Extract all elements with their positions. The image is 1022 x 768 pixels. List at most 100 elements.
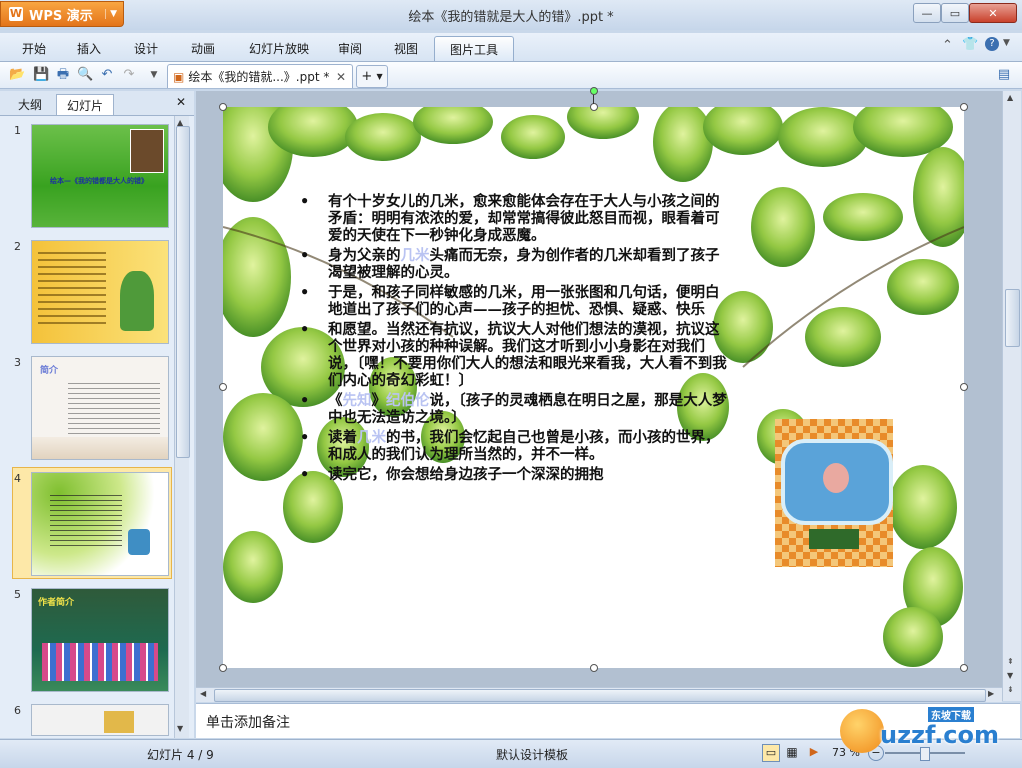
- tab-slides[interactable]: 幻灯片: [56, 94, 114, 115]
- thumbnail-scrollbar[interactable]: ▲ ▼: [174, 116, 190, 738]
- scrollbar-thumb[interactable]: [214, 689, 986, 702]
- thumbnail-number: 3: [14, 356, 21, 369]
- resize-handle[interactable]: [960, 383, 968, 391]
- slide-canvas[interactable]: 有个十岁女儿的几米，愈来愈能体会存在于大人与小孩之间的矛盾：明明有浓浓的爱，却常…: [223, 107, 964, 668]
- scroll-right-icon[interactable]: ▶: [988, 689, 994, 698]
- close-panel-icon[interactable]: ✕: [176, 95, 186, 109]
- thumbnail-number: 2: [14, 240, 21, 253]
- save-icon[interactable]: 💾: [33, 67, 49, 83]
- prev-slide-icon[interactable]: ⇞: [1007, 657, 1014, 666]
- bullet-link[interactable]: 几米: [357, 429, 386, 446]
- close-tab-icon[interactable]: ✕: [336, 70, 346, 84]
- resize-handle[interactable]: [960, 664, 968, 672]
- tab-review[interactable]: 审阅: [330, 38, 370, 59]
- panel-tabs: 大纲 幻灯片 ✕: [0, 91, 194, 116]
- resize-handle[interactable]: [590, 664, 598, 672]
- slide-thumbnail-2[interactable]: [31, 240, 169, 344]
- thumbnail-text: [68, 379, 160, 439]
- thumbnail-number: 6: [14, 704, 21, 717]
- bullet-text: 和愿望。当然还有抗议，抗议大人对他们想法的漠视，抗议这个世界对小孩的种种误解。我…: [328, 321, 727, 389]
- ppt-file-icon: ▣: [173, 69, 185, 84]
- slideshow-icon[interactable]: ▶: [806, 744, 822, 760]
- bullet-text: 读着: [328, 429, 357, 446]
- close-window-button[interactable]: ✕: [969, 3, 1017, 23]
- scrollbar-thumb[interactable]: [176, 126, 190, 458]
- thumbnail-image: [128, 529, 150, 555]
- watermark-text: uzzf.com: [880, 721, 999, 749]
- tab-insert[interactable]: 插入: [69, 38, 109, 59]
- watermark-swirl-icon: [840, 709, 884, 753]
- tab-home[interactable]: 开始: [14, 38, 54, 59]
- scroll-left-icon[interactable]: ◀: [200, 689, 206, 698]
- normal-view-icon[interactable]: ▭: [762, 744, 780, 762]
- bullet-item: 《先知》纪伯伦说，〔孩子的灵魂栖息在明日之屋，那是大人梦中也无法造访之境。〕: [300, 392, 730, 426]
- bullet-link[interactable]: 纪伯伦: [386, 392, 430, 409]
- slide-vertical-scrollbar[interactable]: ▲ ⇞ ▼ ⇟: [1002, 91, 1021, 701]
- tab-slideshow[interactable]: 幻灯片放映: [240, 38, 318, 59]
- bullet-link[interactable]: 先知: [343, 392, 372, 409]
- scroll-down-icon[interactable]: ▼: [1007, 671, 1013, 680]
- scrollbar-thumb[interactable]: [1005, 289, 1020, 347]
- bullet-text: 《: [328, 392, 343, 409]
- resize-handle[interactable]: [219, 383, 227, 391]
- bullet-item: 于是，和孩子同样敏感的几米，用一张张图和几句话，便明白地道出了孩子们的心声——孩…: [300, 284, 730, 318]
- slide-thumbnail-6[interactable]: [31, 704, 169, 736]
- watermark-logo: 东坡下载 uzzf.com: [840, 705, 1016, 761]
- thumbnail-image: [104, 711, 134, 733]
- bathtub-illustration[interactable]: [775, 419, 893, 567]
- collapse-ribbon-icon[interactable]: ⌃: [942, 38, 953, 53]
- slide-bullet-list[interactable]: 有个十岁女儿的几米，愈来愈能体会存在于大人与小孩之间的矛盾：明明有浓浓的爱，却常…: [300, 193, 730, 486]
- help-icon[interactable]: ?: [985, 37, 999, 51]
- bullet-item: 有个十岁女儿的几米，愈来愈能体会存在于大人与小孩之间的矛盾：明明有浓浓的爱，却常…: [300, 193, 730, 244]
- slide-thumbnail-3[interactable]: 简介: [31, 356, 169, 460]
- undo-icon[interactable]: ↶: [99, 67, 115, 83]
- thumbnail-caption: 作者简介: [38, 598, 75, 608]
- minimize-button[interactable]: —: [913, 3, 941, 23]
- rotate-handle[interactable]: [590, 87, 598, 95]
- thumbnail-caption: 简介: [40, 366, 59, 376]
- open-folder-icon[interactable]: 📂: [9, 67, 25, 83]
- scroll-down-icon[interactable]: ▼: [177, 724, 183, 733]
- resize-handle[interactable]: [590, 103, 598, 111]
- quick-access-toolbar: 📂 💾 🖶 🔍 ↶ ↷ ▼ ▣ 绘本《我的错就...》.ppt * ✕ + ▼ …: [0, 62, 1022, 89]
- slide-thumbnail-1[interactable]: 绘本—《我的错都是大人的错》: [31, 124, 169, 228]
- document-tab[interactable]: ▣ 绘本《我的错就...》.ppt * ✕: [167, 64, 353, 88]
- slide-thumbnail-4[interactable]: [31, 472, 169, 576]
- tab-picture-tools[interactable]: 图片工具: [434, 36, 514, 61]
- design-template-label[interactable]: 默认设计模板: [496, 746, 568, 763]
- resize-handle[interactable]: [219, 103, 227, 111]
- redo-icon[interactable]: ↷: [121, 67, 137, 83]
- thumbnail-number: 5: [14, 588, 21, 601]
- resize-handle[interactable]: [960, 103, 968, 111]
- window-title: 绘本《我的错就是大人的错》.ppt *: [408, 10, 614, 25]
- watermark-subtext: 东坡下载: [928, 707, 974, 722]
- bullet-link[interactable]: 几米: [401, 247, 430, 264]
- customize-toolbar-icon[interactable]: ▼: [146, 67, 162, 83]
- slide-sorter-icon[interactable]: ▦: [784, 744, 800, 760]
- thumbnail-fence: [32, 437, 168, 459]
- scroll-up-icon[interactable]: ▲: [1007, 93, 1013, 102]
- print-preview-icon[interactable]: 🔍: [77, 67, 93, 83]
- slide-horizontal-scrollbar[interactable]: ◀ ▶: [196, 687, 1002, 702]
- layout-icon[interactable]: ▤: [996, 67, 1012, 83]
- tab-design[interactable]: 设计: [126, 38, 166, 59]
- tab-view[interactable]: 视图: [386, 38, 426, 59]
- slide-indicator: 幻灯片 4 / 9: [147, 748, 214, 762]
- bullet-text: 的书，我们会忆起自己也曾是小孩，而小孩的世界，和成人的我们认为理所当然的，并不一…: [328, 429, 720, 463]
- child-figure: [823, 463, 849, 493]
- maximize-button[interactable]: ▭: [941, 3, 969, 23]
- bullet-text: 读完它，你会想给身边孩子一个深深的拥抱: [328, 466, 604, 483]
- bathtub-image: [781, 439, 893, 525]
- next-slide-icon[interactable]: ⇟: [1007, 685, 1014, 694]
- new-tab-button[interactable]: + ▼: [356, 65, 388, 88]
- tab-animation[interactable]: 动画: [183, 38, 223, 59]
- slide-thumbnail-5[interactable]: 作者简介: [31, 588, 169, 692]
- skin-icon[interactable]: 👕: [962, 37, 978, 52]
- bullet-item: 读完它，你会想给身边孩子一个深深的拥抱: [300, 466, 730, 483]
- resize-handle[interactable]: [219, 664, 227, 672]
- print-icon[interactable]: 🖶: [55, 67, 71, 83]
- help-dropdown-icon[interactable]: ▼: [1003, 38, 1010, 48]
- tab-outline[interactable]: 大纲: [10, 94, 50, 114]
- menu-bar: 开始 插入 设计 动画 幻灯片放映 审阅 视图 图片工具 ⌃ 👕 ? ▼: [0, 33, 1022, 62]
- notes-placeholder: 单击添加备注: [206, 715, 290, 731]
